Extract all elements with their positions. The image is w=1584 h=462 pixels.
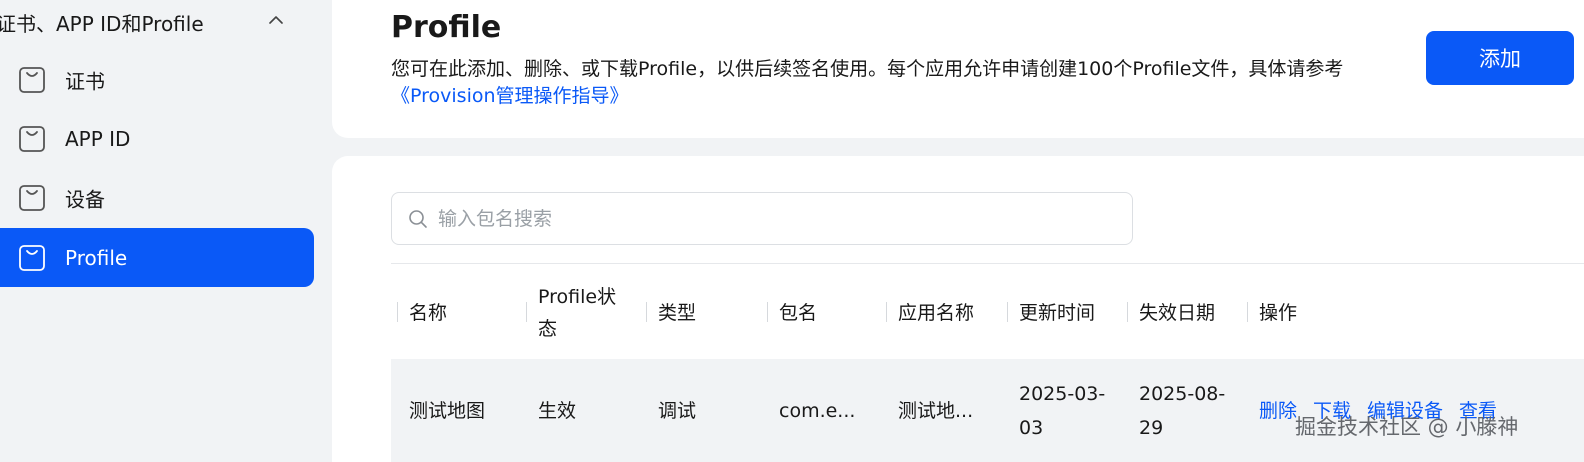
cell-app-name: 测试地... <box>898 399 974 422</box>
sidebar: 证书、APP ID和Profile 证书 APP ID 设备 Profile <box>0 0 332 462</box>
column-separator <box>646 302 647 322</box>
column-separator <box>1007 302 1008 322</box>
column-separator <box>526 302 527 322</box>
search-input[interactable] <box>438 193 1118 244</box>
bag-icon <box>19 66 45 93</box>
cell-status: 生效 <box>538 399 577 422</box>
column-separator <box>767 302 768 322</box>
sidebar-item-device[interactable]: 设备 <box>0 168 314 227</box>
column-header-expires[interactable]: 失效日期 <box>1127 278 1216 348</box>
sidebar-item-label: 设备 <box>65 187 105 211</box>
column-header-package[interactable]: 包名 <box>767 278 818 348</box>
add-button[interactable]: 添加 <box>1426 31 1574 85</box>
bag-icon <box>19 244 45 271</box>
column-separator <box>886 302 887 322</box>
page-description: 您可在此添加、删除、或下载Profile，以供后续签名使用。每个应用允许申请创建… <box>391 56 1401 110</box>
column-header-name[interactable]: 名称 <box>397 278 448 348</box>
column-header-app-name[interactable]: 应用名称 <box>886 278 975 348</box>
column-header-updated[interactable]: 更新时间 <box>1007 278 1096 348</box>
bag-icon <box>19 125 45 152</box>
column-header-label: 类型 <box>658 302 697 324</box>
search-icon <box>409 210 427 228</box>
sidebar-group-header[interactable]: 证书、APP ID和Profile <box>0 0 332 42</box>
page-description-text: 您可在此添加、删除、或下载Profile，以供后续签名使用。每个应用允许申请创建… <box>391 58 1344 80</box>
column-header-label: Profile状态 <box>538 286 617 340</box>
profile-header-card: Profile 您可在此添加、删除、或下载Profile，以供后续签名使用。每个… <box>332 0 1584 138</box>
sidebar-item-profile[interactable]: Profile <box>0 228 314 287</box>
sidebar-item-label: APP ID <box>65 126 131 151</box>
page-title: Profile <box>391 10 502 45</box>
chevron-up-icon[interactable] <box>269 15 283 25</box>
column-header-label: 应用名称 <box>898 302 975 324</box>
column-separator <box>1127 302 1128 322</box>
sidebar-item-app-id[interactable]: APP ID <box>0 109 314 168</box>
cell-package: com.e... <box>779 399 856 422</box>
table-header: 名称 Profile状态 类型 包名 应用名称 更新时间 失效日期 操作 <box>391 278 1584 348</box>
cell-updated: 2025-03-03 <box>1019 382 1106 439</box>
sidebar-item-label: Profile <box>65 245 128 270</box>
sidebar-item-certificate[interactable]: 证书 <box>0 50 314 109</box>
provision-guide-link[interactable]: 《Provision管理操作指导》 <box>391 85 629 107</box>
divider <box>391 263 1584 264</box>
column-separator <box>397 302 398 322</box>
cell-name: 测试地图 <box>409 399 486 422</box>
column-separator <box>1247 302 1248 322</box>
column-header-type[interactable]: 类型 <box>646 278 697 348</box>
column-header-label: 名称 <box>409 302 448 324</box>
column-header-actions: 操作 <box>1247 278 1298 348</box>
cell-expires: 2025-08-29 <box>1139 382 1226 439</box>
delete-link[interactable]: 删除 <box>1259 394 1297 428</box>
search-box[interactable] <box>391 192 1133 245</box>
watermark: 掘金技术社区 @ 小滕神 <box>1295 415 1519 439</box>
column-header-label: 操作 <box>1259 302 1298 324</box>
cell-type: 调试 <box>658 399 697 422</box>
sidebar-group-title: 证书、APP ID和Profile <box>0 12 204 36</box>
column-header-label: 失效日期 <box>1139 302 1216 324</box>
bag-icon <box>19 184 45 211</box>
column-header-status[interactable]: Profile状态 <box>526 278 630 348</box>
sidebar-item-label: 证书 <box>65 69 105 93</box>
column-header-label: 更新时间 <box>1019 302 1096 324</box>
column-header-label: 包名 <box>779 302 818 324</box>
